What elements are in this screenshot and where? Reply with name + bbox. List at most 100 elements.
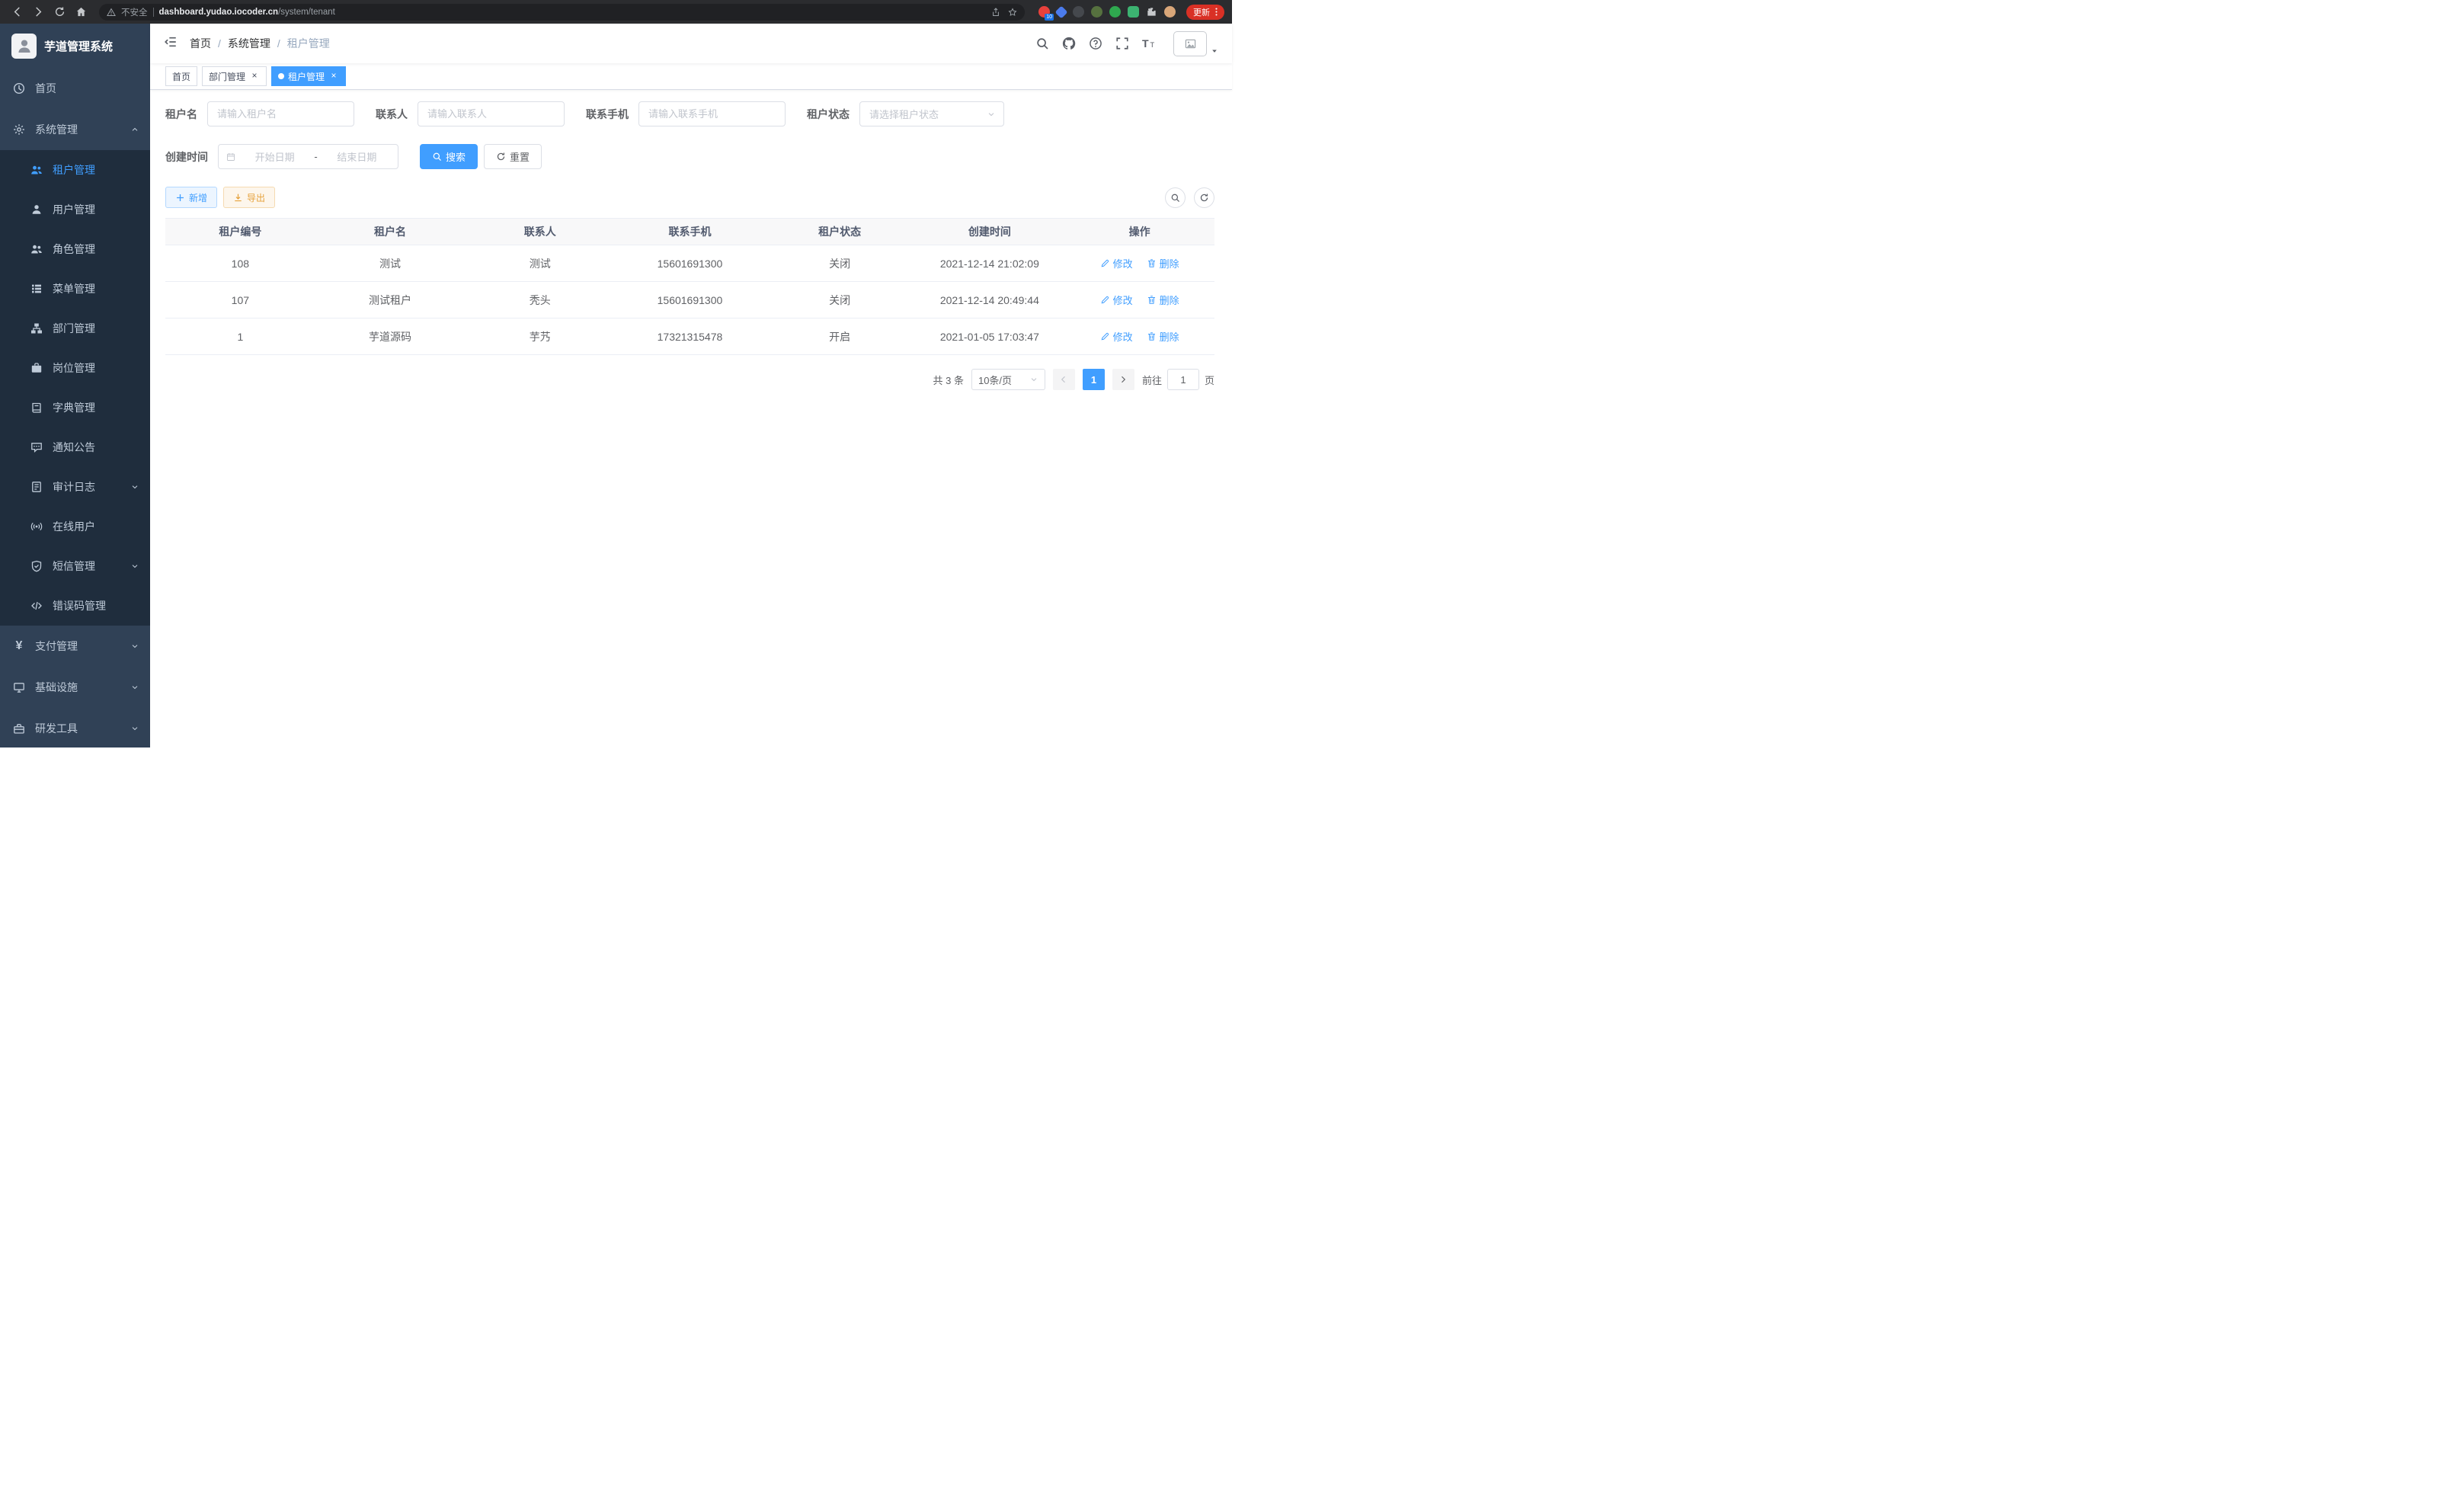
avatar bbox=[1173, 31, 1207, 56]
profile-avatar[interactable] bbox=[1164, 6, 1176, 18]
pagination: 共 3 条 10条/页 1 前往 页 bbox=[165, 369, 1214, 390]
tab[interactable]: 租户管理× bbox=[271, 66, 346, 86]
extension-dark[interactable] bbox=[1073, 6, 1084, 18]
extensions-puzzle[interactable] bbox=[1146, 6, 1157, 18]
extension-olive[interactable] bbox=[1091, 6, 1102, 18]
github-button[interactable] bbox=[1062, 37, 1076, 50]
sidebar-item[interactable]: 部门管理 bbox=[0, 309, 150, 348]
extension-badge: 10 bbox=[1045, 14, 1054, 21]
logo-row[interactable]: 芋道管理系统 bbox=[0, 24, 150, 68]
breadcrumb-item[interactable]: 首页 bbox=[190, 36, 211, 51]
refresh-icon bbox=[1199, 193, 1209, 203]
sidebar-item[interactable]: 菜单管理 bbox=[0, 269, 150, 309]
status-placeholder: 请选择租户状态 bbox=[869, 107, 939, 121]
sidebar-item-label: 岗位管理 bbox=[53, 360, 139, 376]
prev-page-button[interactable] bbox=[1053, 369, 1075, 390]
tags-view: 首页部门管理×租户管理× bbox=[150, 63, 1232, 90]
date-start-placeholder: 开始日期 bbox=[242, 149, 308, 164]
create-time-label: 创建时间 bbox=[165, 149, 208, 165]
export-button[interactable]: 导出 bbox=[223, 187, 275, 208]
sidebar-menu: 首页系统管理租户管理用户管理角色管理菜单管理部门管理岗位管理字典管理通知公告审计… bbox=[0, 68, 150, 748]
star-icon[interactable] bbox=[1008, 8, 1017, 17]
date-range-picker[interactable]: 开始日期 - 结束日期 bbox=[218, 144, 398, 169]
docs-help-button[interactable] bbox=[1089, 37, 1102, 50]
menu-list-icon bbox=[30, 283, 43, 295]
next-page-button[interactable] bbox=[1112, 369, 1134, 390]
refresh-table-button[interactable] bbox=[1194, 187, 1214, 208]
user-icon bbox=[30, 203, 43, 216]
delete-link[interactable]: 删除 bbox=[1147, 329, 1179, 344]
cell-created: 2021-12-14 20:49:44 bbox=[915, 282, 1065, 319]
home-icon bbox=[75, 6, 87, 18]
search-icon bbox=[1035, 37, 1049, 50]
sidebar-item[interactable]: 系统管理 bbox=[0, 109, 150, 150]
sidebar-item[interactable]: 岗位管理 bbox=[0, 348, 150, 388]
breadcrumb-item[interactable]: 系统管理 bbox=[228, 36, 270, 51]
user-avatar-menu[interactable] bbox=[1173, 31, 1218, 56]
tenant-icon bbox=[30, 164, 43, 176]
sidebar-item[interactable]: 字典管理 bbox=[0, 388, 150, 427]
sidebar-item[interactable]: 短信管理 bbox=[0, 546, 150, 586]
status-select[interactable]: 请选择租户状态 bbox=[859, 101, 1004, 126]
toggle-search-button[interactable] bbox=[1165, 187, 1186, 208]
font-size-button[interactable]: TT bbox=[1142, 37, 1156, 50]
tenant-table: 租户编号租户名联系人联系手机租户状态创建时间操作 108测试测试15601691… bbox=[165, 218, 1214, 355]
close-icon[interactable]: × bbox=[328, 71, 339, 82]
back-button[interactable] bbox=[8, 3, 26, 21]
sidebar-item[interactable]: 审计日志 bbox=[0, 467, 150, 507]
tab[interactable]: 首页 bbox=[165, 66, 197, 86]
fullscreen-button[interactable] bbox=[1115, 37, 1129, 50]
delete-link[interactable]: 删除 bbox=[1147, 256, 1179, 271]
reload-button[interactable] bbox=[50, 3, 69, 21]
add-button[interactable]: 新增 bbox=[165, 187, 217, 208]
tab[interactable]: 部门管理× bbox=[202, 66, 267, 86]
delete-link[interactable]: 删除 bbox=[1147, 293, 1179, 307]
sidebar-item[interactable]: 在线用户 bbox=[0, 507, 150, 546]
forward-button[interactable] bbox=[29, 3, 47, 21]
sidebar-collapse-button[interactable] bbox=[164, 35, 178, 53]
navbar-right: TT bbox=[1035, 31, 1218, 56]
header-search-button[interactable] bbox=[1035, 37, 1049, 50]
tenant-name-input[interactable] bbox=[207, 101, 354, 126]
sidebar-item[interactable]: 用户管理 bbox=[0, 190, 150, 229]
errcode-icon bbox=[30, 600, 43, 612]
home-button[interactable] bbox=[72, 3, 90, 21]
edit-link[interactable]: 修改 bbox=[1100, 256, 1133, 271]
app-logo bbox=[11, 34, 37, 59]
column-header: 联系手机 bbox=[615, 219, 765, 245]
sidebar-item[interactable]: 角色管理 bbox=[0, 229, 150, 269]
cell-actions: 修改删除 bbox=[1064, 282, 1214, 319]
calendar-icon bbox=[226, 152, 235, 162]
phone-input[interactable] bbox=[638, 101, 786, 126]
edit-link[interactable]: 修改 bbox=[1100, 293, 1133, 307]
update-button[interactable]: 更新 bbox=[1186, 5, 1224, 20]
search-button[interactable]: 搜索 bbox=[420, 144, 478, 169]
reset-button[interactable]: 重置 bbox=[484, 144, 542, 169]
active-dot bbox=[278, 73, 284, 79]
cell-phone: 17321315478 bbox=[615, 319, 765, 355]
sidebar-item[interactable]: 研发工具 bbox=[0, 708, 150, 748]
breadcrumb: 首页/系统管理/租户管理 bbox=[190, 36, 330, 51]
share-icon[interactable] bbox=[991, 8, 1000, 17]
extension-green-square[interactable] bbox=[1128, 6, 1139, 18]
broken-image-icon bbox=[1185, 38, 1196, 50]
warning-icon bbox=[107, 8, 116, 17]
edit-link[interactable]: 修改 bbox=[1100, 329, 1133, 344]
url-bar[interactable]: 不安全 dashboard.yudao.iocoder.cn/system/te… bbox=[99, 4, 1025, 21]
goto-page-input[interactable] bbox=[1167, 369, 1199, 390]
extension-green[interactable] bbox=[1109, 6, 1121, 18]
sidebar-item[interactable]: 首页 bbox=[0, 68, 150, 109]
sidebar-item[interactable]: 租户管理 bbox=[0, 150, 150, 190]
close-icon[interactable]: × bbox=[249, 71, 260, 82]
sidebar-item[interactable]: ¥支付管理 bbox=[0, 626, 150, 667]
extension-adblock[interactable]: 10 bbox=[1038, 6, 1050, 18]
page-number-button[interactable]: 1 bbox=[1083, 369, 1105, 390]
filter-create-time: 创建时间 开始日期 - 结束日期 bbox=[165, 144, 398, 169]
page-size-select[interactable]: 10条/页 bbox=[971, 369, 1045, 390]
sidebar-item[interactable]: 基础设施 bbox=[0, 667, 150, 708]
sidebar-item[interactable]: 错误码管理 bbox=[0, 586, 150, 626]
sidebar-item[interactable]: 通知公告 bbox=[0, 427, 150, 467]
extension-blue-diamond[interactable] bbox=[1055, 5, 1068, 18]
contact-input[interactable] bbox=[418, 101, 565, 126]
forward-icon bbox=[33, 6, 44, 18]
